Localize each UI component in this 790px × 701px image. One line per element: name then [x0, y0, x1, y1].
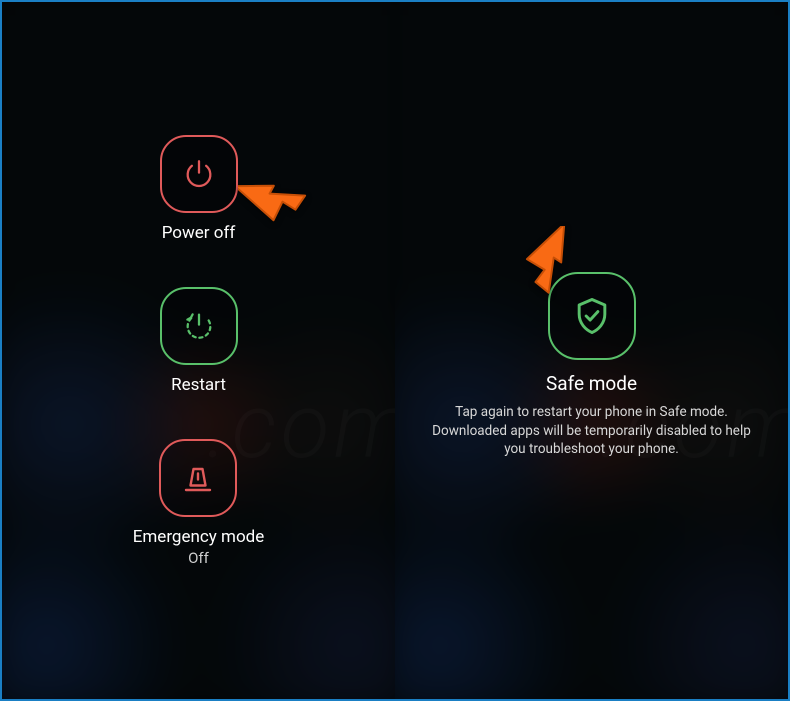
- power-off-option[interactable]: Power off: [160, 135, 238, 243]
- restart-icon: [182, 309, 216, 343]
- annotation-arrow: [238, 157, 310, 229]
- restart-label: Restart: [171, 375, 226, 395]
- power-off-icon-frame: [160, 135, 238, 213]
- safe-mode-option[interactable]: Safe mode Tap again to restart your phon…: [432, 272, 752, 460]
- safe-mode-description: Tap again to restart your phone in Safe …: [432, 403, 752, 460]
- restart-icon-frame: [160, 287, 238, 365]
- emergency-icon-frame: [159, 439, 237, 517]
- emergency-icon: [180, 460, 216, 496]
- shield-check-icon: [570, 294, 614, 338]
- restart-option[interactable]: Restart: [160, 287, 238, 395]
- power-icon: [182, 157, 216, 191]
- power-off-label: Power off: [162, 223, 236, 243]
- emergency-label: Emergency mode: [133, 527, 265, 547]
- power-menu-panel: .com Power off Res: [2, 2, 395, 699]
- emergency-state: Off: [188, 549, 209, 567]
- emergency-mode-option[interactable]: Emergency mode Off: [133, 439, 265, 567]
- safe-mode-title: Safe mode: [546, 372, 637, 395]
- safe-mode-panel: .com Safe mode Tap again to restart your…: [395, 2, 788, 699]
- safe-mode-icon-frame: [548, 272, 636, 360]
